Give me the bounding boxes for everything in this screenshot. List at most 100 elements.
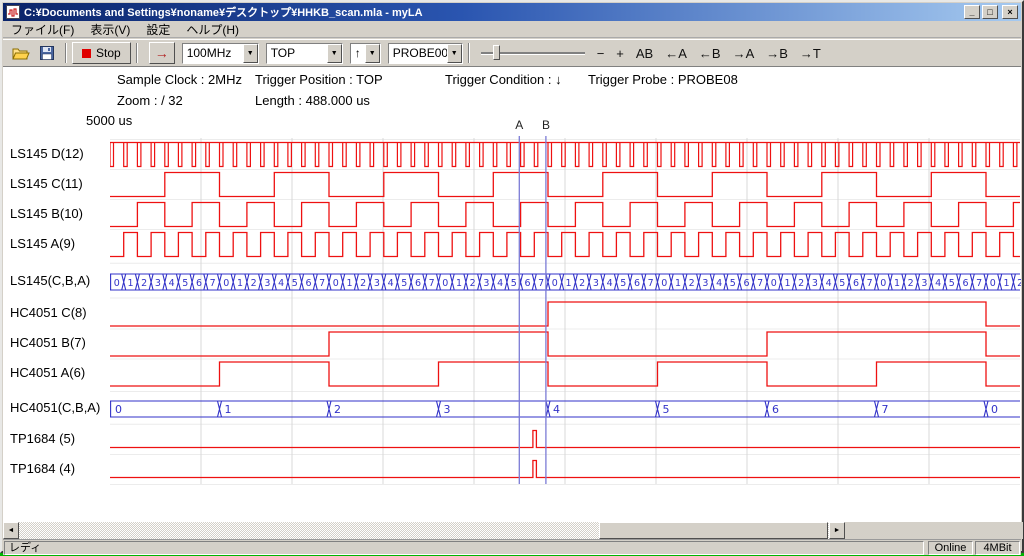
- channel-label: LS145(C,B,A): [10, 273, 90, 288]
- maximize-button[interactable]: □: [982, 5, 998, 19]
- move-cursor-a-button[interactable]: →A: [727, 46, 761, 61]
- svg-text:6: 6: [962, 278, 968, 289]
- zoom-info: Zoom : / 32: [117, 93, 183, 108]
- svg-text:2: 2: [141, 278, 147, 289]
- scroll-right-icon[interactable]: ►: [829, 522, 845, 539]
- channel-label: LS145 C(11): [10, 176, 83, 191]
- svg-text:4: 4: [388, 278, 394, 289]
- trigger-position-select[interactable]: TOP ▼: [266, 43, 343, 64]
- sample-clock-select[interactable]: 100MHz ▼: [182, 43, 259, 64]
- svg-text:3: 3: [812, 278, 818, 289]
- stop-button[interactable]: Stop: [72, 42, 131, 64]
- svg-text:1: 1: [784, 278, 790, 289]
- svg-text:7: 7: [319, 278, 325, 289]
- svg-text:0: 0: [223, 278, 229, 289]
- channel-label: HC4051 B(7): [10, 335, 86, 350]
- svg-text:7: 7: [538, 278, 544, 289]
- chevron-down-icon[interactable]: ▼: [327, 44, 342, 63]
- svg-text:0: 0: [442, 278, 448, 289]
- svg-text:6: 6: [772, 403, 779, 416]
- svg-text:5: 5: [949, 278, 955, 289]
- menu-file[interactable]: ファイル(F): [3, 20, 82, 39]
- channel-label: HC4051(C,B,A): [10, 400, 100, 415]
- svg-text:0: 0: [990, 278, 996, 289]
- svg-text:1: 1: [237, 278, 243, 289]
- svg-text:7: 7: [429, 278, 435, 289]
- channel-label: HC4051 C(8): [10, 305, 87, 320]
- svg-text:5: 5: [511, 278, 517, 289]
- svg-text:3: 3: [921, 278, 927, 289]
- zoom-in-button[interactable]: +: [610, 46, 630, 61]
- cursor-label-a[interactable]: A: [515, 118, 523, 132]
- run-button[interactable]: →: [149, 42, 175, 64]
- svg-text:5: 5: [620, 278, 626, 289]
- zoom-out-button[interactable]: −: [591, 46, 611, 61]
- status-memory: 4MBit: [975, 541, 1020, 555]
- svg-text:6: 6: [196, 278, 202, 289]
- menu-help[interactable]: ヘルプ(H): [178, 20, 247, 39]
- trigger-probe-select[interactable]: PROBE00 ▼: [388, 43, 463, 64]
- svg-text:1: 1: [225, 403, 232, 416]
- svg-text:3: 3: [155, 278, 161, 289]
- svg-text:2: 2: [360, 278, 366, 289]
- svg-text:5: 5: [182, 278, 188, 289]
- svg-text:7: 7: [882, 403, 889, 416]
- chevron-down-icon[interactable]: ▼: [447, 44, 462, 63]
- svg-text:7: 7: [648, 278, 654, 289]
- zoom-slider[interactable]: [481, 43, 585, 63]
- goto-cursor-b-button[interactable]: ←B: [693, 46, 727, 61]
- toolbar-separator: [468, 43, 470, 63]
- svg-text:5: 5: [839, 278, 845, 289]
- svg-text:7: 7: [976, 278, 982, 289]
- window-title: C:¥Documents and Settings¥noname¥デスクトップ¥…: [24, 4, 960, 20]
- scrollbar-thumb[interactable]: [599, 522, 828, 539]
- app-icon[interactable]: [6, 5, 20, 19]
- save-button[interactable]: [34, 42, 60, 64]
- channel-label: HC4051 A(6): [10, 365, 85, 380]
- svg-text:3: 3: [444, 403, 451, 416]
- cursor-label-b[interactable]: B: [542, 118, 550, 132]
- length-info: Length : 488.000 us: [255, 93, 370, 108]
- horizontal-scrollbar[interactable]: ◄ ►: [3, 522, 845, 539]
- goto-trigger-button[interactable]: →T: [794, 46, 827, 61]
- chevron-down-icon[interactable]: ▼: [365, 44, 380, 63]
- svg-text:0: 0: [771, 278, 777, 289]
- sample-clock-value: 100MHz: [183, 44, 243, 63]
- trigger-edge-select[interactable]: ↑ ▼: [350, 43, 381, 64]
- trigger-condition-info: Trigger Condition : ↓: [445, 72, 562, 87]
- app-window: C:¥Documents and Settings¥noname¥デスクトップ¥…: [0, 0, 1024, 553]
- channel-label: LS145 B(10): [10, 206, 83, 221]
- svg-text:0: 0: [661, 278, 667, 289]
- menubar: ファイル(F) 表示(V) 設定 ヘルプ(H): [3, 21, 1021, 38]
- minimize-button[interactable]: _: [964, 5, 980, 19]
- menu-settings[interactable]: 設定: [138, 20, 178, 39]
- svg-text:0: 0: [552, 278, 558, 289]
- svg-text:2: 2: [334, 403, 341, 416]
- svg-text:7: 7: [867, 278, 873, 289]
- move-cursor-b-button[interactable]: →B: [760, 46, 794, 61]
- svg-text:6: 6: [524, 278, 530, 289]
- svg-text:3: 3: [264, 278, 270, 289]
- open-button[interactable]: [8, 42, 34, 64]
- waveform-canvas[interactable]: 0123456701234567012345670123456701234567…: [110, 132, 1021, 492]
- stop-button-label: Stop: [96, 46, 121, 60]
- close-button[interactable]: ×: [1002, 5, 1018, 19]
- svg-text:4: 4: [935, 278, 941, 289]
- scrollbar-filler: [845, 522, 1023, 539]
- scroll-left-icon[interactable]: ◄: [3, 522, 19, 539]
- svg-text:2: 2: [579, 278, 585, 289]
- cursor-ab-button[interactable]: AB: [630, 46, 659, 61]
- svg-text:4: 4: [716, 278, 722, 289]
- zoom-slider-thumb[interactable]: [493, 45, 500, 60]
- svg-text:2: 2: [470, 278, 476, 289]
- svg-text:1: 1: [565, 278, 571, 289]
- menu-view[interactable]: 表示(V): [82, 20, 138, 39]
- chevron-down-icon[interactable]: ▼: [243, 44, 258, 63]
- floppy-icon: [40, 46, 54, 60]
- channel-label: LS145 A(9): [10, 236, 75, 251]
- goto-cursor-a-button[interactable]: ←A: [659, 46, 693, 61]
- svg-text:1: 1: [346, 278, 352, 289]
- trigger-edge-value: ↑: [351, 44, 365, 63]
- toolbar: Stop → 100MHz ▼ TOP ▼ ↑ ▼ PROBE00 ▼ − + …: [3, 39, 1021, 66]
- statusbar: レディ Online 4MBit: [3, 539, 1021, 555]
